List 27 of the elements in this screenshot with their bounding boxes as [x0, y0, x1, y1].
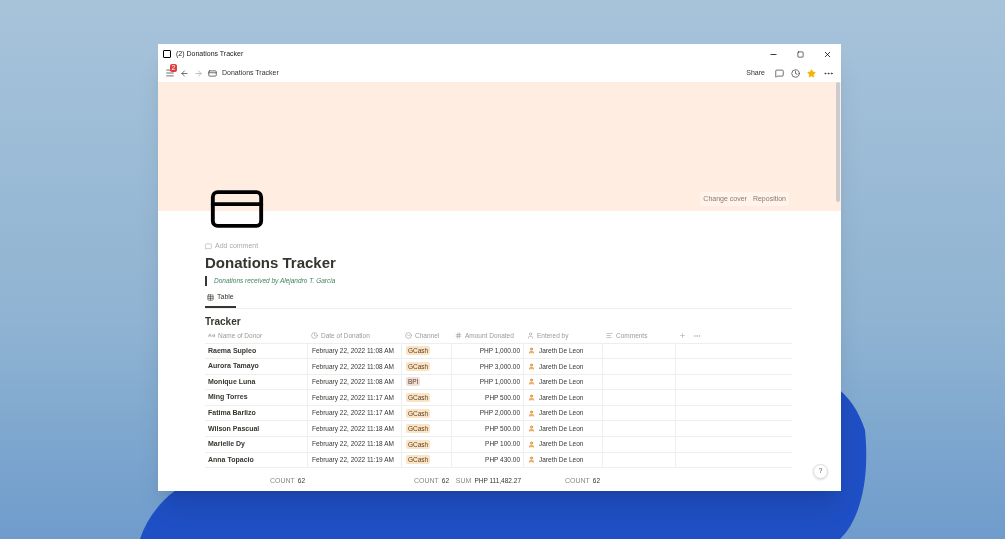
comment-icon[interactable]: [775, 68, 784, 78]
clock-icon: [311, 332, 318, 339]
person-icon: [528, 409, 535, 417]
back-icon[interactable]: [180, 68, 189, 78]
person-icon: [528, 440, 535, 448]
star-icon[interactable]: [807, 68, 816, 78]
hash-icon: [455, 332, 462, 339]
card-icon: [208, 68, 217, 78]
text-icon: [208, 332, 215, 339]
chevron-circle-icon: [405, 332, 412, 339]
app-icon: [163, 50, 171, 58]
comment-icon: [205, 242, 212, 250]
person-icon: [528, 347, 535, 355]
lines-icon: [606, 332, 613, 339]
menu-icon[interactable]: [165, 68, 175, 78]
person-icon: [528, 394, 535, 402]
close-icon[interactable]: [823, 49, 832, 59]
person-icon: [528, 456, 535, 464]
person-icon: [528, 425, 535, 433]
person-icon: [528, 362, 535, 370]
table-title: Tracker: [205, 314, 242, 328]
person-icon: [528, 378, 535, 386]
person-icon: [527, 332, 534, 339]
page-title: Donations Tracker: [205, 253, 337, 273]
maximize-icon[interactable]: [797, 50, 804, 58]
table-icon: [207, 293, 214, 301]
history-icon[interactable]: [791, 68, 800, 78]
